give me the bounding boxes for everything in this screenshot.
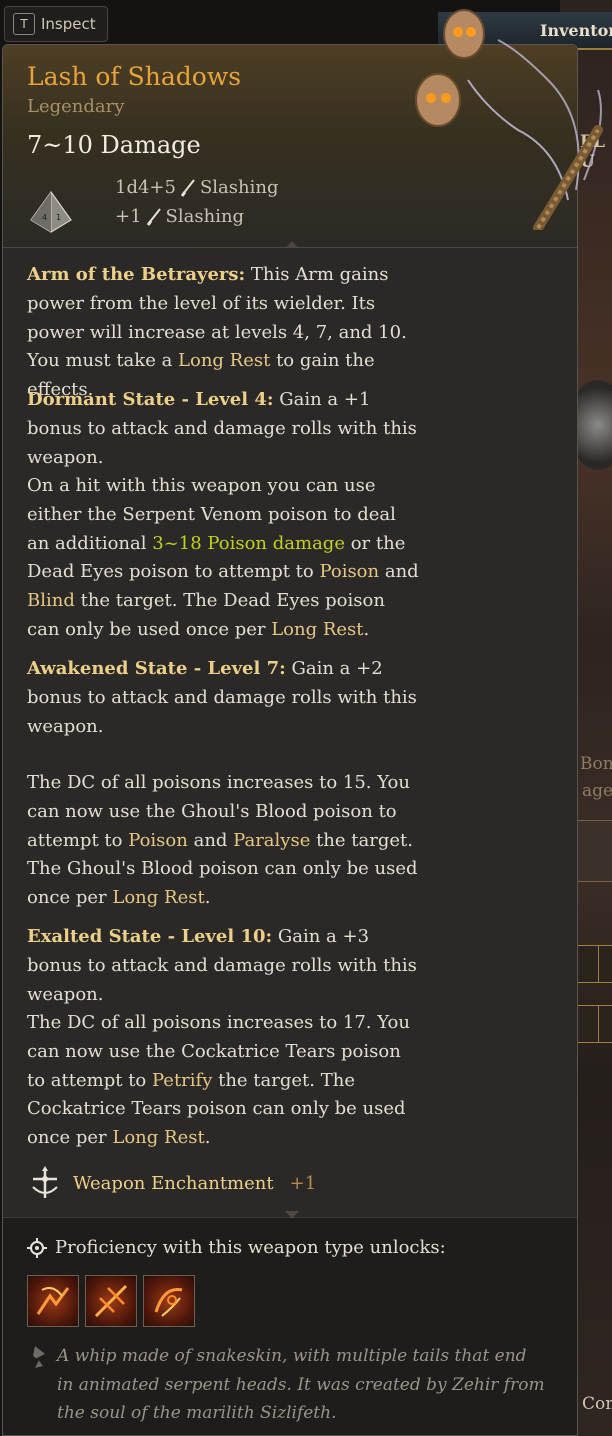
divider-notch (285, 1211, 299, 1219)
svg-text:1: 1 (56, 213, 61, 222)
keyword-link[interactable]: Long Rest (271, 619, 363, 640)
description-text: and (187, 829, 234, 851)
cleave-icon[interactable] (143, 1275, 195, 1327)
inspect-label: Inspect (41, 15, 96, 33)
damage-type: Slashing (165, 206, 245, 227)
weapon-enchantment-row: Weapon Enchantment +1 (27, 1165, 316, 1201)
keyword-link[interactable]: Long Rest (178, 350, 270, 371)
description-paragraph: The DC of all poisons increases to 17. Y… (27, 1009, 419, 1153)
enchantment-label: Weapon Enchantment (73, 1172, 274, 1194)
item-rarity: Legendary (27, 96, 125, 117)
damage-type: Slashing (199, 177, 279, 198)
whip-item-artwork (415, 9, 603, 230)
side-text: Con (582, 1394, 612, 1414)
inventory-slot[interactable] (598, 1005, 612, 1043)
d4-dice-icon: 4 1 (30, 190, 72, 233)
slashing-icon (146, 207, 161, 226)
section-title: Awakened State - Level 7: (27, 658, 286, 679)
keyword-link[interactable]: Petrify (152, 1070, 212, 1091)
weapon-enchantment-icon (32, 1166, 58, 1198)
damage-dice: 1d4+5 (115, 177, 176, 198)
flavor-text: A whip made of snakeskin, with multiple … (57, 1346, 545, 1423)
keyword-link[interactable]: Paralyse (233, 830, 310, 851)
inventory-slot[interactable] (598, 945, 612, 983)
description-text: . (204, 1127, 211, 1149)
description-paragraph: The DC of all poisons increases to 15. Y… (27, 769, 419, 913)
item-name: Lash of Shadows (27, 62, 242, 91)
description-text: and (379, 561, 419, 583)
damage-line: 1d4+5 Slashing (115, 177, 279, 198)
keyword-link[interactable]: Poison (319, 561, 379, 582)
inspect-button[interactable]: T Inspect (4, 6, 108, 42)
keybind-badge: T (13, 13, 35, 35)
description-paragraph: On a hit with this weapon you can use ei… (27, 472, 419, 645)
description-paragraph: Dormant State - Level 4: Gain a +1 bonus… (27, 386, 419, 472)
side-text: Bonu (580, 754, 612, 774)
section-title: Dormant State - Level 4: (27, 389, 274, 410)
proficiency-row: Proficiency with this weapon type unlock… (27, 1237, 446, 1258)
quill-icon (33, 1346, 45, 1368)
proficiency-gear-icon (27, 1237, 47, 1258)
damage-dice: +1 (115, 206, 142, 227)
keyword-link[interactable]: Long Rest (112, 1127, 204, 1148)
description-paragraph: Awakened State - Level 7: Gain a +2 bonu… (27, 655, 419, 741)
section-title: Exalted State - Level 10: (27, 926, 273, 947)
enchantment-value: +1 (289, 1172, 317, 1194)
slashing-icon (180, 178, 195, 197)
keyword-link[interactable]: Long Rest (112, 887, 204, 908)
item-tooltip: Lash of Shadows Legendary 7~10 Damage 4 … (2, 44, 578, 1436)
keyword-link[interactable]: Blind (27, 590, 75, 611)
damage-line: +1 Slashing (115, 206, 244, 227)
svg-text:4: 4 (42, 213, 47, 222)
poison-damage-text: 3~18 Poison damage (152, 532, 345, 554)
flourish-icon[interactable] (85, 1275, 137, 1327)
side-text: age (582, 781, 612, 801)
description-paragraph: Exalted State - Level 10: Gain a +3 bonu… (27, 923, 419, 1009)
proficiency-label: Proficiency with this weapon type unlock… (55, 1237, 446, 1258)
lacerate-icon[interactable] (27, 1275, 79, 1327)
section-title: Arm of the Betrayers: (27, 264, 246, 285)
description-text: . (204, 887, 211, 909)
damage-total: 7~10 Damage (27, 131, 201, 159)
description-text: . (363, 618, 370, 640)
keyword-link[interactable]: Poison (128, 830, 188, 851)
description-paragraph: Arm of the Betrayers: This Arm gains pow… (27, 261, 419, 405)
proficiency-actions (27, 1275, 195, 1327)
